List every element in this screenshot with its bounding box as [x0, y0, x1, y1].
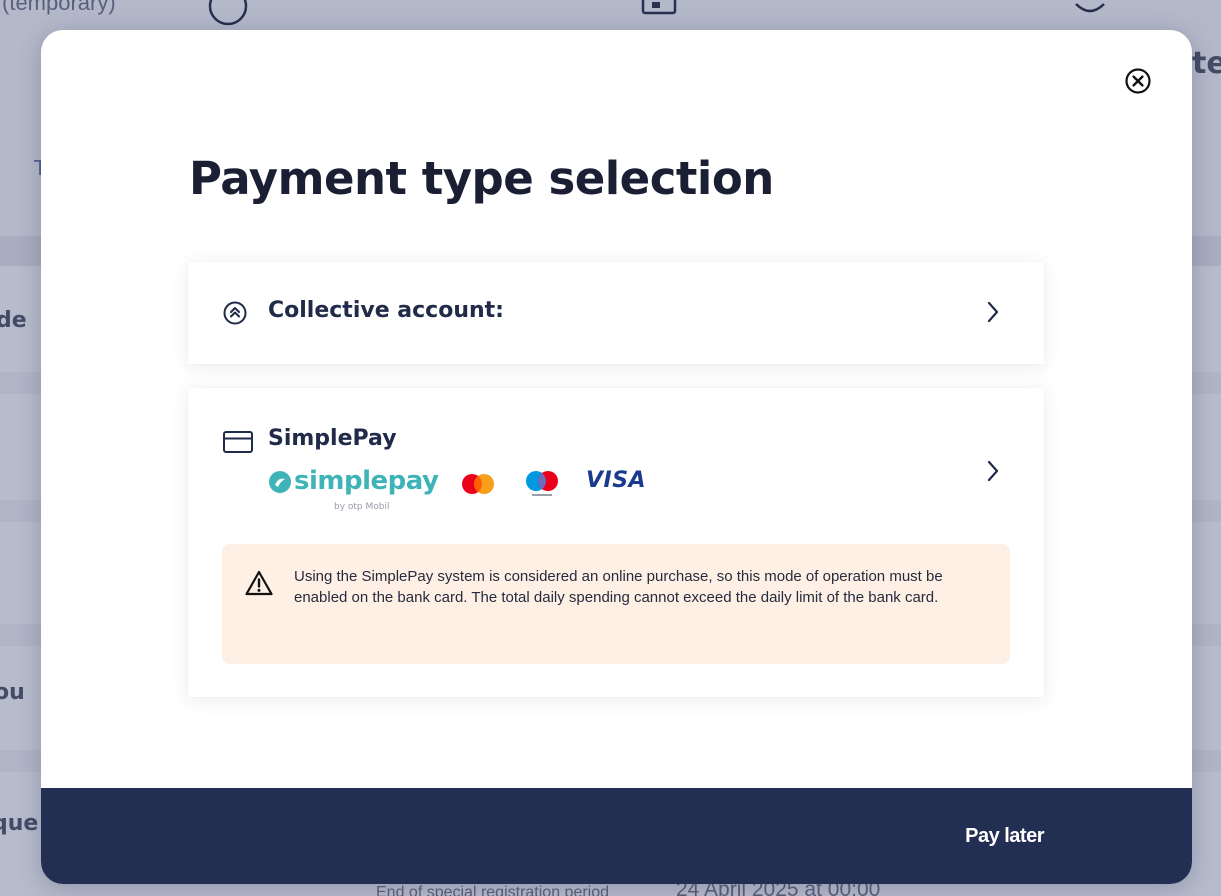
simplepay-notice: Using the SimplePay system is considered… [222, 544, 1010, 664]
warning-icon [245, 570, 273, 596]
simplepay-wordmark: simplepay [294, 466, 439, 496]
background-fragment: que [0, 811, 39, 836]
background-user-icon [1075, 3, 1105, 13]
payment-logos: simplepay by otp Mobil VISA [268, 466, 668, 514]
close-circle-icon [1125, 68, 1151, 94]
payment-modal: Payment type selection Collective accoun… [41, 30, 1192, 884]
close-button[interactable] [1122, 65, 1154, 97]
simplepay-logo: simplepay by otp Mobil [268, 466, 439, 514]
visa-logo: VISA [586, 468, 647, 493]
collective-account-option[interactable]: Collective account: [188, 262, 1044, 364]
simplepay-option[interactable]: SimplePay simplepay by otp Mobil VISA Us… [188, 388, 1044, 697]
chevron-right-icon [984, 458, 1002, 484]
background-clock-icon [208, 0, 248, 26]
chevron-right-icon [984, 299, 1002, 325]
collective-account-label: Collective account: [268, 298, 504, 323]
simplepay-otp-subtitle: by otp Mobil [334, 502, 390, 512]
mastercard-logo-icon [462, 474, 494, 494]
modal-title: Payment type selection [189, 152, 774, 205]
simplepay-mark-icon [269, 471, 291, 493]
background-header-caption: (temporary) [2, 0, 116, 15]
background-title-fragment: te [1192, 46, 1221, 81]
background-footer-label: End of special registration period [376, 884, 610, 896]
background-calendar-icon [641, 0, 677, 15]
background-fragment: de [0, 308, 27, 333]
background-fragment: ou [0, 680, 25, 705]
simplepay-label: SimplePay [268, 426, 397, 451]
modal-footer: Pay later [41, 788, 1192, 884]
simplepay-notice-text: Using the SimplePay system is considered… [294, 568, 943, 606]
credit-card-icon [222, 430, 254, 454]
double-chevron-up-circle-icon [222, 300, 248, 326]
pay-later-button[interactable]: Pay later [965, 822, 1044, 850]
maestro-logo-icon [526, 471, 558, 496]
